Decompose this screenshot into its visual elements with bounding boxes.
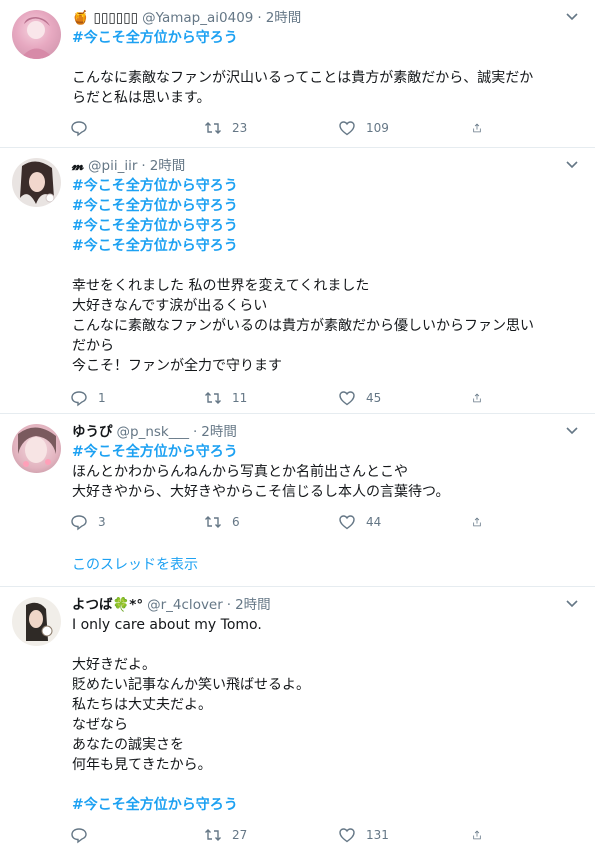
reply-count: 1 — [98, 391, 106, 405]
tweet-text: 幸せをくれました 私の世界を変えてくれました — [72, 278, 370, 294]
tweet-text: こんなに素敵なファンがいるのは貴方が素敵だから優しいからファン思い — [72, 318, 534, 334]
tweet-text: だから — [72, 338, 114, 354]
display-name[interactable]: ゆうぴ — [72, 422, 113, 442]
like-count: 109 — [366, 121, 389, 135]
chevron-down-icon[interactable] — [565, 160, 579, 170]
tweet[interactable]: よつば🍀*° @r_4clover · 2時間 I only care abou… — [0, 587, 595, 847]
hashtag-link[interactable]: #今こそ全方位から守ろう — [72, 28, 583, 48]
tweet-text: 大好きなんです涙が出るくらい — [72, 298, 268, 314]
chevron-down-icon[interactable] — [565, 12, 579, 22]
share-icon — [473, 830, 481, 840]
retweet-count: 23 — [232, 121, 248, 135]
share-button[interactable] — [472, 119, 492, 137]
like-button[interactable]: 131 — [338, 826, 472, 844]
tweet[interactable]: ゆうぴ @p_nsk___ · 2時間 #今こそ全方位から守ろう ほんとかわから… — [0, 414, 595, 544]
retweet-count: 6 — [232, 515, 240, 529]
separator-dot: · — [226, 597, 232, 613]
timestamp[interactable]: 2時間 — [150, 156, 186, 176]
tweet-text: 何年も見てきたから。 — [72, 757, 212, 773]
share-button[interactable] — [472, 389, 492, 407]
tweet-text: I only care about my Tomo. — [72, 617, 262, 633]
retweet-button[interactable]: 11 — [204, 389, 338, 407]
retweet-button[interactable]: 27 — [204, 826, 338, 844]
reply-button[interactable]: 3 — [70, 513, 204, 531]
heart-icon — [339, 515, 355, 530]
show-thread-link[interactable]: このスレッドを表示 — [0, 544, 595, 587]
handle[interactable]: @p_nsk___ — [117, 422, 189, 442]
share-button[interactable] — [472, 513, 492, 531]
like-button[interactable]: 45 — [338, 389, 472, 407]
tweet-text: 大好きやから、大好きやからこそ信じるし本人の言葉待つ。 — [72, 484, 450, 500]
retweet-count: 11 — [232, 391, 248, 405]
avatar[interactable] — [12, 597, 61, 646]
tweet-text-blank — [72, 635, 583, 655]
heart-icon — [339, 828, 355, 843]
tweet-text-blank — [72, 775, 583, 795]
like-count: 45 — [366, 391, 382, 405]
display-name[interactable]: よつば🍀*° — [72, 595, 143, 615]
separator-dot: · — [257, 10, 262, 26]
hashtag-link[interactable]: #今こそ全方位から守ろう — [72, 176, 583, 196]
share-button[interactable] — [472, 826, 492, 844]
tweet-text: 私たちは大丈夫だよ。 — [72, 697, 212, 713]
retweet-icon — [205, 829, 221, 841]
retweet-icon — [205, 122, 221, 134]
heart-icon — [339, 121, 355, 136]
reply-icon — [71, 121, 87, 137]
display-name[interactable]: 🍯 ▯▯▯▯▯▯ — [72, 8, 138, 28]
avatar[interactable] — [12, 424, 61, 473]
share-icon — [473, 123, 481, 133]
hashtag-link[interactable]: #今こそ全方位から守ろう — [72, 795, 583, 815]
timestamp[interactable]: 2時間 — [266, 8, 302, 28]
tweet-text-blank — [72, 256, 583, 276]
hashtag-link[interactable]: #今こそ全方位から守ろう — [72, 236, 583, 256]
tweet-text: らだと私は思います。 — [72, 90, 211, 106]
tweet-text: 今こそ！ファンが全力で守ります — [72, 358, 282, 374]
share-icon — [473, 393, 481, 403]
tweet-text-blank — [72, 48, 583, 68]
handle[interactable]: @Yamap_ai0409 — [142, 8, 253, 28]
avatar[interactable] — [12, 10, 61, 59]
reply-count: 3 — [98, 515, 106, 529]
reply-button[interactable]: 1 — [70, 389, 204, 407]
chevron-down-icon[interactable] — [565, 426, 579, 436]
reply-button[interactable] — [70, 119, 204, 137]
retweet-button[interactable]: 23 — [204, 119, 338, 137]
timestamp[interactable]: 2時間 — [235, 595, 271, 615]
avatar[interactable] — [12, 158, 61, 207]
tweet[interactable]: 🍯 ▯▯▯▯▯▯ @Yamap_ai0409 · 2時間 #今こそ全方位から守ろ… — [0, 0, 595, 148]
like-button[interactable]: 44 — [338, 513, 472, 531]
separator-dot: · — [192, 424, 198, 440]
timestamp[interactable]: 2時間 — [201, 422, 237, 442]
retweet-icon — [205, 392, 221, 404]
display-name[interactable]: 𝓶 — [72, 156, 84, 176]
retweet-count: 27 — [232, 828, 248, 842]
like-button[interactable]: 109 — [338, 119, 472, 137]
tweet-text: ほんとかわからんねんから写真とか名前出さんとこや — [72, 464, 408, 480]
tweet[interactable]: 𝓶 @pii_iir · 2時間 #今こそ全方位から守ろう #今こそ全方位から守… — [0, 148, 595, 414]
retweet-icon — [205, 516, 221, 528]
reply-icon — [71, 515, 87, 531]
tweet-text: あなたの誠実さを — [72, 737, 184, 753]
tweet-text: 大好きだよ。 — [72, 657, 156, 673]
like-count: 44 — [366, 515, 382, 529]
heart-icon — [339, 391, 355, 406]
reply-button[interactable] — [70, 826, 204, 844]
hashtag-link[interactable]: #今こそ全方位から守ろう — [72, 196, 583, 216]
reply-icon — [71, 828, 87, 844]
tweet-text: 貶めたい記事なんか笑い飛ばせるよ。 — [72, 677, 310, 693]
share-icon — [473, 517, 481, 527]
retweet-button[interactable]: 6 — [204, 513, 338, 531]
hashtag-link[interactable]: #今こそ全方位から守ろう — [72, 442, 583, 462]
chevron-down-icon[interactable] — [565, 599, 579, 609]
hashtag-link[interactable]: #今こそ全方位から守ろう — [72, 216, 583, 236]
tweet-text: なぜなら — [72, 717, 128, 733]
separator-dot: · — [141, 158, 146, 174]
handle[interactable]: @pii_iir — [88, 156, 137, 176]
tweet-text: こんなに素敵なファンが沢山いるってことは貴方が素敵だから、誠実だか — [72, 70, 534, 86]
reply-icon — [71, 391, 87, 407]
like-count: 131 — [366, 828, 389, 842]
handle[interactable]: @r_4clover — [147, 595, 223, 615]
